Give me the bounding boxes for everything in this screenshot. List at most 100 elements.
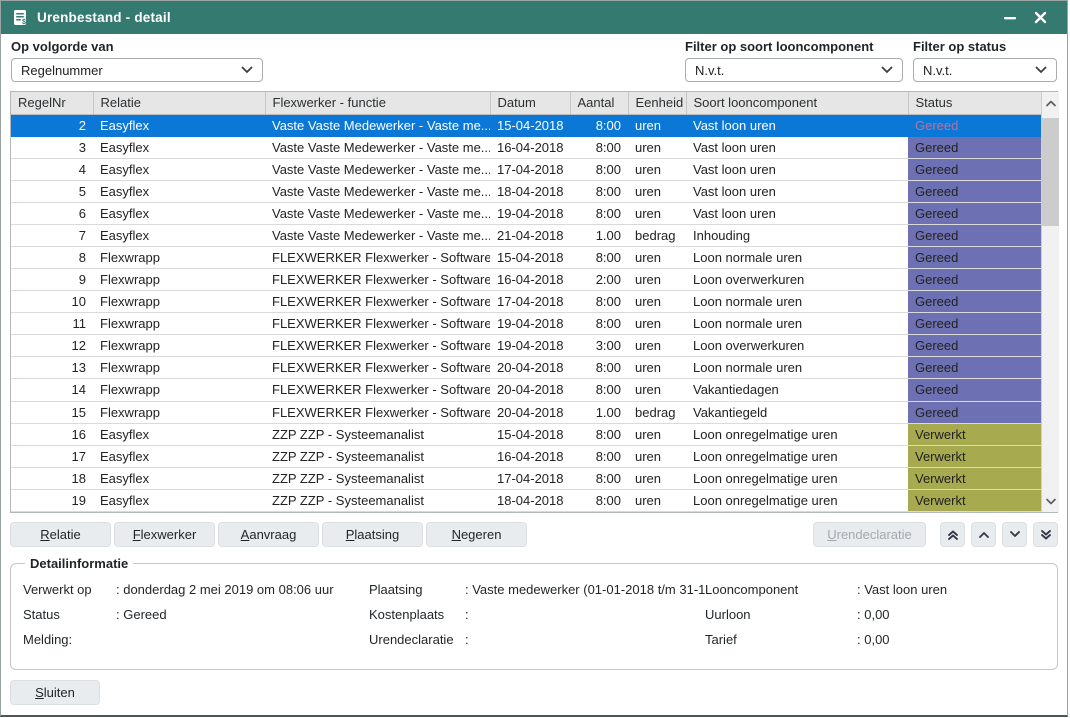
table-row[interactable]: 5EasyflexVaste Vaste Medewerker - Vaste … bbox=[11, 180, 1041, 202]
table-row[interactable]: 10FlexwrappFLEXWERKER Flexwerker - Softw… bbox=[11, 291, 1041, 313]
cell-status: Gereed bbox=[908, 246, 1041, 268]
plaatsing-button[interactable]: Plaatsing bbox=[322, 522, 423, 547]
filter-status-select[interactable]: N.v.t. bbox=[913, 58, 1057, 82]
verwerkt-op-label: Verwerkt op bbox=[23, 582, 116, 597]
cell-status: Verwerkt bbox=[908, 489, 1041, 511]
vertical-scrollbar[interactable] bbox=[1041, 92, 1059, 512]
tarief-label: Tarief bbox=[705, 632, 857, 647]
uurloon-label: Uurloon bbox=[705, 607, 857, 622]
table-row[interactable]: 18EasyflexZZP ZZP - Systeemanalist17-04-… bbox=[11, 467, 1041, 489]
cell-aantal: 8:00 bbox=[570, 114, 628, 136]
table-row[interactable]: 2EasyflexVaste Vaste Medewerker - Vaste … bbox=[11, 114, 1041, 136]
table-row[interactable]: 19EasyflexZZP ZZP - Systeemanalist18-04-… bbox=[11, 489, 1041, 511]
cell-eenheid: uren bbox=[628, 313, 686, 335]
cell-regelnr: 14 bbox=[11, 379, 93, 401]
cell-relatie: Easyflex bbox=[93, 180, 265, 202]
cell-eenheid: uren bbox=[628, 291, 686, 313]
scroll-to-top-button[interactable] bbox=[940, 522, 965, 547]
table-body: 2EasyflexVaste Vaste Medewerker - Vaste … bbox=[11, 114, 1041, 512]
cell-relatie: Flexwrapp bbox=[93, 335, 265, 357]
cell-eenheid: uren bbox=[628, 445, 686, 467]
cell-relatie: Flexwrapp bbox=[93, 401, 265, 423]
cell-regelnr: 5 bbox=[11, 180, 93, 202]
table-row[interactable]: 16EasyflexZZP ZZP - Systeemanalist15-04-… bbox=[11, 423, 1041, 445]
cell-soort: Vast loon uren bbox=[686, 114, 908, 136]
cell-flexwerker: ZZP ZZP - Systeemanalist bbox=[265, 489, 490, 511]
table-row[interactable]: 13FlexwrappFLEXWERKER Flexwerker - Softw… bbox=[11, 357, 1041, 379]
cell-datum: 18-04-2018 bbox=[490, 489, 570, 511]
cell-regelnr: 6 bbox=[11, 202, 93, 224]
kostenplaats-label: Kostenplaats bbox=[369, 607, 465, 622]
detail-info-panel: Detailinformatie Verwerkt op : donderdag… bbox=[10, 556, 1058, 670]
cell-datum: 19-04-2018 bbox=[490, 335, 570, 357]
cell-flexwerker: FLEXWERKER Flexwerker - Software ... bbox=[265, 401, 490, 423]
column-header-datum: Datum bbox=[490, 92, 570, 114]
melding-label: Melding: bbox=[23, 632, 116, 647]
cell-aantal: 8:00 bbox=[570, 246, 628, 268]
aanvraag-button[interactable]: Aanvraag bbox=[218, 522, 319, 547]
cell-regelnr: 2 bbox=[11, 114, 93, 136]
table-row[interactable]: 9FlexwrappFLEXWERKER Flexwerker - Softwa… bbox=[11, 269, 1041, 291]
sort-select[interactable]: Regelnummer bbox=[11, 58, 263, 82]
svg-text:$: $ bbox=[22, 19, 26, 26]
chevron-down-icon bbox=[1035, 66, 1047, 74]
cell-regelnr: 16 bbox=[11, 423, 93, 445]
cell-relatie: Easyflex bbox=[93, 467, 265, 489]
sluiten-button[interactable]: Sluiten bbox=[10, 680, 100, 705]
table-row[interactable]: 6EasyflexVaste Vaste Medewerker - Vaste … bbox=[11, 202, 1041, 224]
cell-eenheid: uren bbox=[628, 357, 686, 379]
scroll-to-bottom-button[interactable] bbox=[1033, 522, 1058, 547]
flexwerker-button[interactable]: Flexwerker bbox=[114, 522, 215, 547]
cell-aantal: 1.00 bbox=[570, 401, 628, 423]
table-row[interactable]: 4EasyflexVaste Vaste Medewerker - Vaste … bbox=[11, 158, 1041, 180]
scrollbar-thumb[interactable] bbox=[1042, 118, 1059, 226]
table-row[interactable]: 8FlexwrappFLEXWERKER Flexwerker - Softwa… bbox=[11, 246, 1041, 268]
table-row[interactable]: 15FlexwrappFLEXWERKER Flexwerker - Softw… bbox=[11, 401, 1041, 423]
minimize-icon bbox=[1003, 11, 1017, 25]
cell-soort: Loon overwerkuren bbox=[686, 335, 908, 357]
cell-relatie: Easyflex bbox=[93, 114, 265, 136]
cell-flexwerker: Vaste Vaste Medewerker - Vaste me... bbox=[265, 114, 490, 136]
detail-status-value: : Gereed bbox=[116, 607, 369, 622]
scroll-up-button[interactable] bbox=[971, 522, 996, 547]
urendeclaratie-button[interactable]: Urendeclaratie bbox=[813, 522, 926, 547]
table-row[interactable]: 7EasyflexVaste Vaste Medewerker - Vaste … bbox=[11, 224, 1041, 246]
cell-relatie: Easyflex bbox=[93, 489, 265, 511]
cell-aantal: 8:00 bbox=[570, 291, 628, 313]
cell-flexwerker: FLEXWERKER Flexwerker - Software ... bbox=[265, 335, 490, 357]
cell-eenheid: bedrag bbox=[628, 401, 686, 423]
scrollbar-down-icon[interactable] bbox=[1042, 492, 1059, 510]
cell-status: Gereed bbox=[908, 136, 1041, 158]
cell-eenheid: uren bbox=[628, 335, 686, 357]
table-row[interactable]: 11FlexwrappFLEXWERKER Flexwerker - Softw… bbox=[11, 313, 1041, 335]
cell-relatie: Flexwrapp bbox=[93, 357, 265, 379]
cell-datum: 20-04-2018 bbox=[490, 357, 570, 379]
table-row[interactable]: 17EasyflexZZP ZZP - Systeemanalist16-04-… bbox=[11, 445, 1041, 467]
cell-datum: 19-04-2018 bbox=[490, 313, 570, 335]
cell-relatie: Easyflex bbox=[93, 136, 265, 158]
minimize-button[interactable] bbox=[995, 1, 1025, 34]
cell-relatie: Flexwrapp bbox=[93, 313, 265, 335]
negeren-button[interactable]: Negeren bbox=[426, 522, 527, 547]
cell-regelnr: 10 bbox=[11, 291, 93, 313]
cell-status: Gereed bbox=[908, 180, 1041, 202]
cell-flexwerker: Vaste Vaste Medewerker - Vaste me... bbox=[265, 224, 490, 246]
scrollbar-up-icon[interactable] bbox=[1042, 94, 1059, 112]
chevron-down-icon bbox=[881, 66, 893, 74]
filter-looncomponent-select[interactable]: N.v.t. bbox=[685, 58, 903, 82]
table-row[interactable]: 12FlexwrappFLEXWERKER Flexwerker - Softw… bbox=[11, 335, 1041, 357]
cell-aantal: 8:00 bbox=[570, 313, 628, 335]
table-row[interactable]: 3EasyflexVaste Vaste Medewerker - Vaste … bbox=[11, 136, 1041, 158]
uurloon-value: : 0,00 bbox=[857, 607, 1045, 622]
urenbestand-detail-window: $ Urenbestand - detail Op volgorde van R… bbox=[0, 0, 1068, 717]
relatie-button[interactable]: Relatie bbox=[10, 522, 111, 547]
filter-status-label: Filter op status bbox=[913, 39, 1057, 54]
cell-status: Verwerkt bbox=[908, 445, 1041, 467]
table-row[interactable]: 14FlexwrappFLEXWERKER Flexwerker - Softw… bbox=[11, 379, 1041, 401]
cell-soort: Vast loon uren bbox=[686, 136, 908, 158]
column-header-aantal: Aantal bbox=[570, 92, 628, 114]
scroll-down-button[interactable] bbox=[1002, 522, 1027, 547]
cell-regelnr: 8 bbox=[11, 246, 93, 268]
cell-regelnr: 4 bbox=[11, 158, 93, 180]
close-button[interactable] bbox=[1025, 1, 1055, 34]
